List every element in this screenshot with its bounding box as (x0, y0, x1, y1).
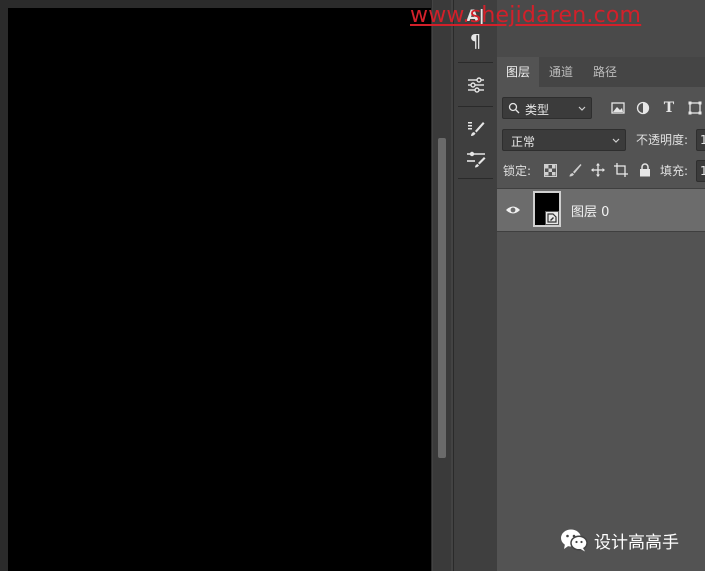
filter-type-button[interactable]: T (660, 99, 678, 117)
panel-icon-strip: A| ¶ (453, 0, 498, 571)
blend-mode-value: 正常 (511, 135, 536, 149)
shape-icon (688, 101, 702, 115)
sliders-icon (467, 77, 484, 93)
checkerboard-icon (543, 163, 557, 177)
move-icon (591, 163, 605, 177)
filter-pixel-button[interactable] (609, 99, 627, 117)
lock-icon (640, 163, 650, 177)
eye-icon (506, 206, 520, 214)
paragraph-icon: ¶ (469, 30, 482, 52)
lock-all-button[interactable] (636, 161, 654, 179)
half-circle-icon (636, 101, 650, 115)
paragraph-panel-button[interactable]: ¶ (454, 26, 497, 56)
scrollbar-thumb[interactable] (438, 138, 446, 458)
blend-mode-select[interactable]: 正常 (502, 129, 626, 151)
lock-artboard-button[interactable] (612, 161, 630, 179)
search-icon (508, 102, 520, 114)
layer-name[interactable]: 图层 0 (571, 201, 609, 220)
panel-tabs: 图层 通道 路径 (497, 57, 705, 87)
fill-field[interactable]: 1 (696, 160, 705, 182)
lock-label: 锁定: (503, 164, 532, 178)
brush-presets-icon (466, 151, 485, 168)
artboard-icon (614, 163, 628, 177)
tab-layers[interactable]: 图层 (497, 57, 539, 87)
chevron-down-icon (578, 106, 586, 111)
tab-channels[interactable]: 通道 (541, 57, 581, 87)
opacity-field[interactable]: 1 (696, 129, 705, 151)
layer-visibility-toggle[interactable] (504, 201, 522, 219)
tool-presets-button[interactable] (454, 144, 497, 174)
text-icon: T (663, 100, 675, 116)
adjustments-panel-button[interactable] (454, 70, 497, 100)
fill-value: 1 (700, 164, 705, 178)
wechat-icon (561, 529, 588, 552)
tab-paths[interactable]: 路径 (585, 57, 625, 87)
brush-icon (569, 164, 582, 177)
filter-adjustment-button[interactable] (634, 99, 652, 117)
wechat-credit: 设计高高手 (560, 524, 679, 556)
watermark-link: www.shejidaren.com (410, 3, 642, 28)
brush-settings-button[interactable] (454, 114, 497, 144)
filter-shape-button[interactable] (686, 99, 704, 117)
fill-label: 填充: (660, 164, 689, 178)
opacity-value: 1 (700, 133, 705, 147)
smart-object-badge-icon (545, 211, 559, 225)
lock-position-button[interactable] (589, 161, 607, 179)
opacity-label: 不透明度: (636, 133, 689, 147)
lock-transparent-pixels-button[interactable] (541, 161, 559, 179)
divider (458, 178, 493, 179)
layer-filter-select[interactable]: 类型 (502, 97, 592, 119)
filter-kind-label: 类型 (525, 103, 550, 117)
divider (458, 106, 493, 107)
divider (458, 62, 493, 63)
brush-icon (467, 122, 484, 136)
image-icon (611, 102, 625, 114)
lock-image-pixels-button[interactable] (566, 161, 584, 179)
wechat-account-name: 设计高高手 (594, 532, 679, 553)
canvas[interactable] (8, 8, 431, 571)
chevron-down-icon (612, 138, 620, 143)
